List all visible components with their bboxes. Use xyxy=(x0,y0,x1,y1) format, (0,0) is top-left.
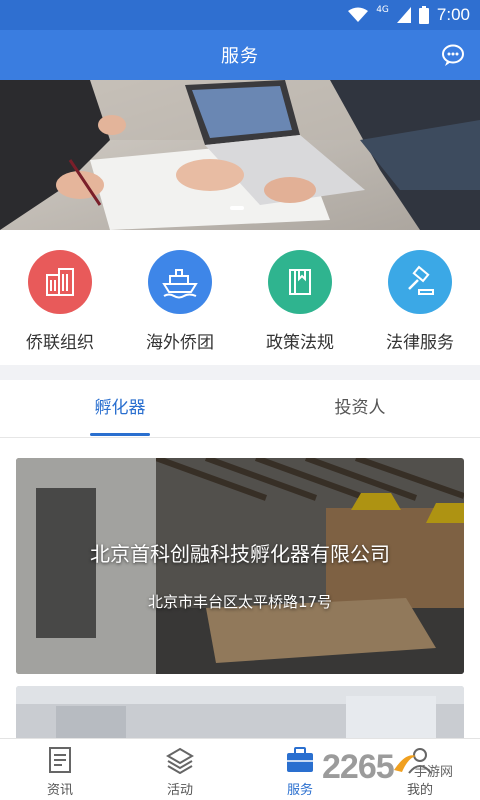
quick-menu-item-legal[interactable]: 法律服务 xyxy=(360,250,480,353)
quick-menu-label: 海外侨团 xyxy=(146,333,214,353)
watermark-logo: 2265 手游网 xyxy=(322,748,472,798)
briefcase-icon xyxy=(287,747,313,772)
quick-menu-label: 侨联组织 xyxy=(26,333,94,353)
message-icon[interactable] xyxy=(440,42,466,68)
gavel-icon xyxy=(388,250,452,314)
incubator-card[interactable] xyxy=(16,686,464,746)
incubator-card-address: 北京市丰台区太平桥路17号 xyxy=(147,593,333,611)
news-icon xyxy=(49,747,71,773)
incubator-card[interactable]: 北京首科创融科技孵化器有限公司 北京市丰台区太平桥路17号 xyxy=(16,458,464,674)
section-divider xyxy=(0,365,480,380)
tab-bar: 孵化器 投资人 xyxy=(0,380,480,438)
book-icon xyxy=(268,250,332,314)
building-icon xyxy=(28,250,92,314)
nav-item-activity[interactable]: 活动 xyxy=(120,739,240,800)
nav-label: 活动 xyxy=(166,783,193,798)
wifi-icon xyxy=(348,7,369,22)
quick-menu-item-organization[interactable]: 侨联组织 xyxy=(0,250,120,353)
ship-icon xyxy=(148,250,212,314)
network-label: 4G xyxy=(376,5,389,15)
incubator-card-title: 北京首科创融科技孵化器有限公司 xyxy=(90,542,390,566)
quick-menu-label: 法律服务 xyxy=(386,333,454,353)
quick-menu: 侨联组织 海外侨团 政策法规 法律服务 xyxy=(0,230,480,365)
battery-icon xyxy=(418,6,429,24)
status-icons: 4G 7:00 xyxy=(348,5,470,25)
status-bar: 4G 7:00 xyxy=(0,0,480,30)
tab-active-indicator xyxy=(90,433,150,436)
layers-icon xyxy=(166,747,194,774)
signal-icon xyxy=(396,7,411,23)
tab-investor[interactable]: 投资人 xyxy=(240,380,480,438)
nav-label: 资讯 xyxy=(46,783,73,798)
app-header: 服务 xyxy=(0,30,480,80)
quick-menu-item-policy[interactable]: 政策法规 xyxy=(240,250,360,353)
page-title: 服务 xyxy=(221,46,259,67)
watermark-number: 2265 xyxy=(322,748,395,786)
quick-menu-item-overseas[interactable]: 海外侨团 xyxy=(120,250,240,353)
banner-image[interactable] xyxy=(0,80,480,230)
quick-menu-label: 政策法规 xyxy=(266,333,334,353)
status-time: 7:00 xyxy=(436,5,470,24)
incubator-card-image xyxy=(16,686,464,746)
tab-incubator[interactable]: 孵化器 xyxy=(0,380,240,438)
nav-item-news[interactable]: 资讯 xyxy=(0,739,120,800)
watermark-text: 手游网 xyxy=(414,765,454,780)
